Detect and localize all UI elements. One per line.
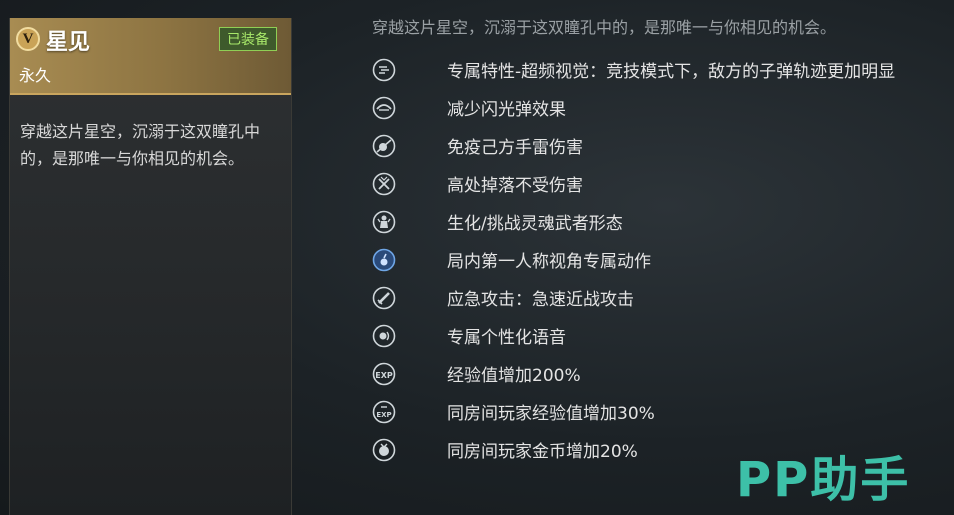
feature-item: EXP 同房间玩家经验值增加30% [372,397,942,435]
fall-damage-icon [372,172,396,196]
feature-item: 生化/挑战灵魂武者形态 [372,207,942,245]
room-exp-icon: EXP [372,400,396,424]
vision-icon [372,58,396,82]
watermark-logo: PP助手 [736,452,911,508]
feature-label: 减少闪光弹效果 [447,100,566,120]
feature-label: 生化/挑战灵魂武者形态 [447,214,623,234]
coin-icon [372,438,396,462]
feature-label: 局内第一人称视角专属动作 [447,252,651,272]
equipped-badge: 已装备 [219,27,277,51]
skin-duration: 永久 [19,66,52,85]
feature-label: 同房间玩家金币增加20% [447,442,638,462]
voice-icon [372,324,396,348]
feature-item: 减少闪光弹效果 [372,93,942,131]
feature-item: 免疫己方手雷伤害 [372,131,942,169]
feature-label: 应急攻击：急速近战攻击 [447,290,634,310]
exp-icon: EXP [372,362,396,386]
soul-warrior-icon [372,210,396,234]
feature-item: 局内第一人称视角专属动作 [372,245,942,283]
feature-label: 同房间玩家经验值增加30% [447,404,655,424]
svg-text:EXP: EXP [375,371,393,380]
skin-headline: 穿越这片星空，沉溺于这双瞳孔中的，是那唯一与你相见的机会。 [372,18,837,37]
feature-label: 专属特性-超频视觉：竞技模式下，敌方的子弹轨迹更加明显 [447,62,896,82]
grenade-immune-icon [372,134,396,158]
feature-label: 专属个性化语音 [447,328,566,348]
svg-text:EXP: EXP [376,411,391,419]
vip-badge-icon: V [16,27,40,51]
feature-label: 高处掉落不受伤害 [447,176,583,196]
skin-description: 穿越这片星空，沉溺于这双瞳孔中的，是那唯一与你相见的机会。 [20,122,261,168]
feature-label: 经验值增加200% [447,366,581,386]
melee-icon [372,286,396,310]
feature-item: 高处掉落不受伤害 [372,169,942,207]
eye-shield-icon [372,96,396,120]
skin-card-header: V 星见 永久 已装备 [10,18,291,95]
skin-card[interactable]: V 星见 永久 已装备 穿越这片星空，沉溺于这双瞳孔中的，是那唯一与你相见的机会… [9,18,292,515]
feature-item: 专属特性-超频视觉：竞技模式下，敌方的子弹轨迹更加明显 [372,55,942,93]
skin-title: 星见 [46,30,91,55]
first-person-action-icon [372,248,396,272]
feature-item: 专属个性化语音 [372,321,942,359]
feature-item: EXP 经验值增加200% [372,359,942,397]
feature-item: 应急攻击：急速近战攻击 [372,283,942,321]
feature-label: 免疫己方手雷伤害 [447,138,583,158]
